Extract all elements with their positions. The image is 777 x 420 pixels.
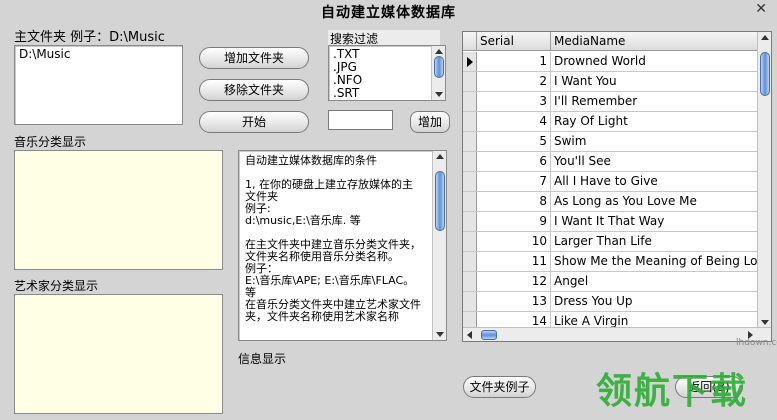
column-header-medianame[interactable]: MediaName [551,32,759,51]
cell-serial[interactable]: 1 [477,52,551,71]
cell-serial[interactable]: 7 [477,172,551,191]
cell-serial[interactable]: 10 [477,232,551,251]
info-box[interactable]: 自动建立媒体数据库的条件 1, 在你的硬盘上建立存放媒体的主文件夹 例子: d:… [238,150,447,341]
row-indicator[interactable] [463,192,477,211]
scroll-down-icon[interactable] [436,332,444,337]
cell-serial[interactable]: 4 [477,112,551,131]
cell-serial[interactable]: 8 [477,192,551,211]
cell-media-name[interactable]: Dress You Up [551,292,759,311]
info-text: 自动建立媒体数据库的条件 1, 在你的硬盘上建立存放媒体的主文件夹 例子: d:… [245,154,421,323]
row-indicator[interactable] [463,292,477,311]
main-folder-label: 主文件夹 例子：D:\Music [14,30,165,45]
table-row[interactable]: 6 You'll See [463,152,759,172]
cell-serial[interactable]: 13 [477,292,551,311]
remove-folder-button[interactable]: 移除文件夹 [199,79,309,101]
folder-example-button[interactable]: 文件夹例子 [463,376,536,398]
cell-media-name[interactable]: Ray Of Light [551,112,759,131]
table-row[interactable]: 3 I'll Remember [463,92,759,112]
table-row[interactable]: 13 Dress You Up [463,292,759,312]
current-row-arrow-icon [467,57,473,67]
cell-serial[interactable]: 6 [477,152,551,171]
cell-media-name[interactable]: Drowned World [551,52,759,71]
artist-category-panel[interactable] [14,294,223,414]
table-row[interactable]: 7 All I Have to Give [463,172,759,192]
row-indicator[interactable] [463,72,477,91]
row-indicator[interactable] [463,272,477,291]
row-indicator[interactable] [463,112,477,131]
filter-input[interactable] [328,110,393,130]
row-indicator[interactable] [463,212,477,231]
scroll-down-icon[interactable] [761,320,769,325]
watermark-url: lhdown.com [736,338,777,348]
cell-serial[interactable]: 3 [477,92,551,111]
row-indicator[interactable] [463,92,477,111]
cell-serial[interactable]: 2 [477,72,551,91]
row-indicator[interactable] [463,252,477,271]
row-indicator[interactable] [463,52,477,71]
cell-serial[interactable]: 11 [477,252,551,271]
scroll-left-icon[interactable] [467,331,472,339]
cell-media-name[interactable]: Swim [551,132,759,151]
table-row[interactable]: 8 As Long as You Love Me [463,192,759,212]
grid-vscrollbar[interactable] [757,32,771,328]
scroll-thumb[interactable] [435,171,445,231]
scroll-up-icon[interactable] [761,35,769,40]
cell-media-name[interactable]: I'll Remember [551,92,759,111]
table-row[interactable]: 10 Larger Than Life [463,232,759,252]
table-row[interactable]: 4 Ray Of Light [463,112,759,132]
list-item[interactable]: .SRT [333,87,441,100]
grid-header: Serial MediaName [463,32,771,51]
table-row[interactable]: 12 Angel [463,272,759,292]
close-icon[interactable]: ✕ [755,1,767,17]
cell-serial[interactable]: 12 [477,272,551,291]
table-row[interactable]: 11Show Me the Meaning of Being Lonely [463,252,759,272]
info-scrollbar[interactable] [432,151,446,340]
scroll-thumb[interactable] [481,330,497,340]
filter-scrollbar[interactable] [431,46,445,100]
scroll-up-icon[interactable] [436,154,444,159]
cell-media-name[interactable]: All I Have to Give [551,172,759,191]
cell-media-name[interactable]: You'll See [551,152,759,171]
media-grid[interactable]: Serial MediaName 1 Drowned World 2 I Want Y… [462,31,772,342]
add-folder-button[interactable]: 增加文件夹 [199,47,309,69]
artist-category-label: 艺术家分类显示 [14,279,99,293]
scroll-thumb[interactable] [434,56,444,78]
add-filter-button[interactable]: 增加 [410,111,450,133]
scroll-thumb[interactable] [760,52,770,96]
cell-media-name[interactable]: Angel [551,272,759,291]
row-indicator[interactable] [463,232,477,251]
cell-media-name[interactable]: Larger Than Life [551,232,759,251]
music-category-label: 音乐分类显示 [14,135,87,149]
info-label: 信息显示 [238,352,287,366]
cell-media-name[interactable]: I Want It That Way [551,212,759,231]
grid-hscrollbar[interactable] [463,327,771,341]
scroll-up-icon[interactable] [435,49,443,54]
scroll-down-icon[interactable] [435,92,443,97]
table-row[interactable]: 9I Want It That Way [463,212,759,232]
row-indicator[interactable] [463,152,477,171]
list-item[interactable]: D:\Music [15,46,182,63]
watermark-logo: 领航下载 [596,371,749,412]
cell-media-name[interactable]: As Long as You Love Me [551,192,759,211]
window-title: 自动建立媒体数据库 [321,5,456,21]
main-folder-list[interactable]: D:\Music [14,45,183,125]
filter-list[interactable]: .TXT .JPG .NFO .SRT [328,45,446,101]
cell-media-name[interactable]: I Want You [551,72,759,91]
cell-media-name[interactable]: Show Me the Meaning of Being Lonely [551,252,759,271]
music-category-panel[interactable] [14,150,223,270]
grid-header-corner [463,32,477,51]
cell-serial[interactable]: 9 [477,212,551,231]
row-indicator[interactable] [463,172,477,191]
table-row[interactable]: 2I Want You [463,72,759,92]
start-button[interactable]: 开始 [199,111,309,133]
table-row[interactable]: 1 Drowned World [463,52,759,72]
row-indicator[interactable] [463,132,477,151]
column-header-serial[interactable]: Serial [477,32,551,51]
cell-serial[interactable]: 5 [477,132,551,151]
table-row[interactable]: 5 Swim [463,132,759,152]
